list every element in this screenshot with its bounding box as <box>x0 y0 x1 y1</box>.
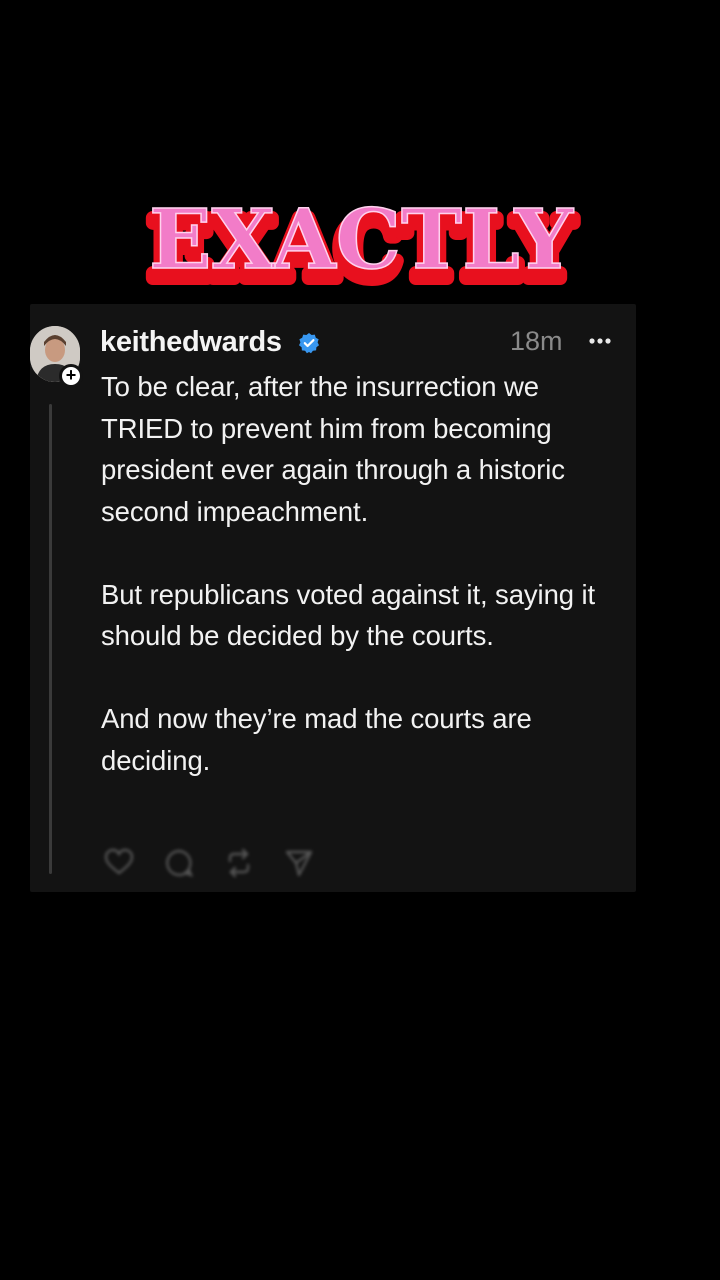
post-paragraph-2: But republicans voted against it, saying… <box>101 578 596 652</box>
follow-plus-icon[interactable]: + <box>59 364 83 388</box>
thread-line <box>49 404 52 874</box>
exactly-sticker: EXACTLY EXACTLY <box>142 191 582 305</box>
send-icon[interactable] <box>284 848 314 878</box>
post-header: keithedwards 18m <box>100 324 620 360</box>
post-card: + keithedwards 18m To be clear, after th… <box>30 304 636 892</box>
more-options-icon[interactable] <box>587 336 615 346</box>
repost-icon[interactable] <box>224 848 254 878</box>
post-body: To be clear, after the insurrection we T… <box>101 366 621 823</box>
heart-icon[interactable] <box>104 848 134 876</box>
post-paragraph-1: To be clear, after the insurrection we T… <box>101 371 565 527</box>
sticker-text: EXACTLY <box>149 192 575 288</box>
action-bar <box>102 842 382 882</box>
username[interactable]: keithedwards <box>100 326 282 359</box>
post-paragraph-3: And now they’re mad the courts are decid… <box>101 703 532 776</box>
timestamp: 18m <box>510 326 563 356</box>
comment-icon[interactable] <box>164 848 194 878</box>
verified-badge-icon <box>299 333 319 354</box>
avatar[interactable]: + <box>30 326 83 388</box>
